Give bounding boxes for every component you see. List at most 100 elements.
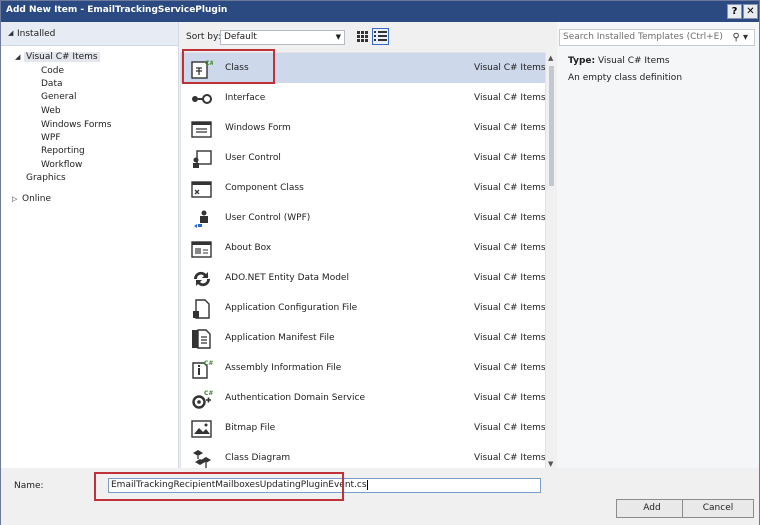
item-name-input[interactable]: EmailTrackingRecipientMailboxesUpdatingP… <box>108 478 541 493</box>
component-class-icon <box>191 181 212 198</box>
tree-item-code[interactable]: Code <box>41 66 64 76</box>
template-type: Type: Visual C# Items <box>568 56 670 66</box>
item-name: ADO.NET Entity Data Model <box>225 273 349 283</box>
item-name: Component Class <box>225 183 304 193</box>
window-title: Add New Item - EmailTrackingServicePlugi… <box>6 5 228 15</box>
cancel-button[interactable]: Cancel <box>682 499 754 518</box>
item-name: User Control (WPF) <box>225 213 311 223</box>
class-diagram-icon <box>193 450 211 468</box>
list-item[interactable]: ADO.NET Entity Data Model Visual C# Item… <box>181 263 545 293</box>
dialog-footer: Name: EmailTrackingRecipientMailboxesUpd… <box>1 468 759 525</box>
installed-label: Installed <box>17 29 56 39</box>
item-name: Class <box>225 63 249 73</box>
list-view-button[interactable] <box>372 28 389 45</box>
item-category: Visual C# Items <box>474 183 546 193</box>
item-category: Visual C# Items <box>474 363 546 373</box>
search-installed-templates-input[interactable]: Search Installed Templates (Ctrl+E) ⚲ ▾ <box>559 29 755 46</box>
tree-item-online[interactable]: Online <box>22 194 51 204</box>
item-name: User Control <box>225 153 281 163</box>
close-button[interactable]: ✕ <box>743 4 758 19</box>
item-category: Visual C# Items <box>474 213 546 223</box>
item-name: Assembly Information File <box>225 363 342 373</box>
interface-icon <box>192 94 212 104</box>
item-category: Visual C# Items <box>474 423 546 433</box>
item-name: Application Configuration File <box>225 303 358 313</box>
about-box-icon <box>191 241 212 258</box>
template-description: An empty class definition <box>568 73 683 83</box>
item-name-value: EmailTrackingRecipientMailboxesUpdatingP… <box>111 480 367 490</box>
name-label: Name: <box>14 481 44 491</box>
item-name: Windows Form <box>225 123 291 133</box>
search-icon[interactable]: ⚲ ▾ <box>732 30 748 45</box>
tree-item-wpf[interactable]: WPF <box>41 133 61 143</box>
tree-item-data[interactable]: Data <box>41 79 63 89</box>
item-name: Interface <box>225 93 266 103</box>
item-category: Visual C# Items <box>474 93 546 103</box>
list-item[interactable]: C# Assembly Information File Visual C# I… <box>181 353 545 383</box>
item-name: Authentication Domain Service <box>225 393 365 403</box>
list-item[interactable]: Interface Visual C# Items <box>181 83 545 113</box>
tree-item-reporting[interactable]: Reporting <box>41 146 85 156</box>
item-name: About Box <box>225 243 272 253</box>
search-placeholder: Search Installed Templates (Ctrl+E) <box>563 32 723 42</box>
item-name: Bitmap File <box>225 423 276 433</box>
tree-item-windows-forms[interactable]: Windows Forms <box>41 120 111 130</box>
item-category: Visual C# Items <box>474 243 546 253</box>
wpf-user-control-icon <box>194 210 208 228</box>
assembly-info-icon: C# <box>192 360 213 379</box>
type-value: Visual C# Items <box>597 56 670 66</box>
item-category: Visual C# Items <box>474 333 546 343</box>
item-category: Visual C# Items <box>474 393 546 403</box>
help-button[interactable]: ? <box>727 4 742 19</box>
class-icon: C# <box>191 60 213 79</box>
list-view-icon <box>374 31 387 41</box>
list-item[interactable]: Windows Form Visual C# Items <box>181 113 545 143</box>
medium-icons-view-button[interactable] <box>354 28 371 45</box>
item-category: Visual C# Items <box>474 153 546 163</box>
template-toolbar: Sort by: Default ▼ <box>180 22 550 52</box>
list-item[interactable]: Application Manifest File Visual C# Item… <box>181 323 545 353</box>
item-category: Visual C# Items <box>474 123 546 133</box>
svg-text:C#: C# <box>204 390 213 397</box>
list-item[interactable]: Bitmap File Visual C# Items <box>181 413 545 443</box>
tree-item-visual-csharp-items[interactable]: Visual C# Items <box>24 52 100 62</box>
bitmap-icon <box>191 420 212 438</box>
list-item[interactable]: Component Class Visual C# Items <box>181 173 545 203</box>
list-item[interactable]: User Control Visual C# Items <box>181 143 545 173</box>
item-category: Visual C# Items <box>474 63 546 73</box>
grid-view-icon <box>357 31 368 42</box>
item-category: Visual C# Items <box>474 303 546 313</box>
sort-by-dropdown[interactable]: Default ▼ <box>220 30 345 45</box>
list-item[interactable]: C# Authentication Domain Service Visual … <box>181 383 545 413</box>
text-caret <box>366 479 368 490</box>
list-item[interactable]: C# Class Visual C# Items <box>181 53 545 83</box>
manifest-file-icon <box>192 329 211 349</box>
scroll-down-arrow-icon[interactable]: ▼ <box>548 460 553 468</box>
expand-arrow-icon[interactable]: ◢ <box>15 53 20 61</box>
installed-header[interactable]: ◢ Installed <box>1 22 178 46</box>
config-file-icon <box>193 299 210 319</box>
add-button[interactable]: Add <box>616 499 688 518</box>
tree-item-general[interactable]: General <box>41 92 76 102</box>
list-item[interactable]: User Control (WPF) Visual C# Items <box>181 203 545 233</box>
list-item[interactable]: Application Configuration File Visual C#… <box>181 293 545 323</box>
sort-by-value: Default <box>224 32 257 42</box>
scroll-up-arrow-icon[interactable]: ▲ <box>548 54 553 62</box>
title-bar: Add New Item - EmailTrackingServicePlugi… <box>1 1 759 22</box>
template-list-scrollbar[interactable]: ▲ ▼ <box>546 52 557 472</box>
expand-arrow-icon[interactable]: ▷ <box>12 195 17 203</box>
tree-item-web[interactable]: Web <box>41 106 61 116</box>
list-item[interactable]: About Box Visual C# Items <box>181 233 545 263</box>
windows-form-icon <box>191 121 212 138</box>
sort-by-label: Sort by: <box>186 32 221 42</box>
item-name: Application Manifest File <box>225 333 335 343</box>
template-details-pane: Search Installed Templates (Ctrl+E) ⚲ ▾ … <box>557 22 759 468</box>
tree-item-graphics[interactable]: Graphics <box>26 173 66 183</box>
item-name: Class Diagram <box>225 453 291 463</box>
type-label: Type: <box>568 56 596 66</box>
entity-model-icon <box>193 271 211 287</box>
scrollbar-thumb[interactable] <box>549 66 554 186</box>
template-categories-pane: ◢ Installed ◢ Visual C# Items Code Data … <box>1 22 179 468</box>
tree-item-workflow[interactable]: Workflow <box>41 160 82 170</box>
item-category: Visual C# Items <box>474 273 546 283</box>
